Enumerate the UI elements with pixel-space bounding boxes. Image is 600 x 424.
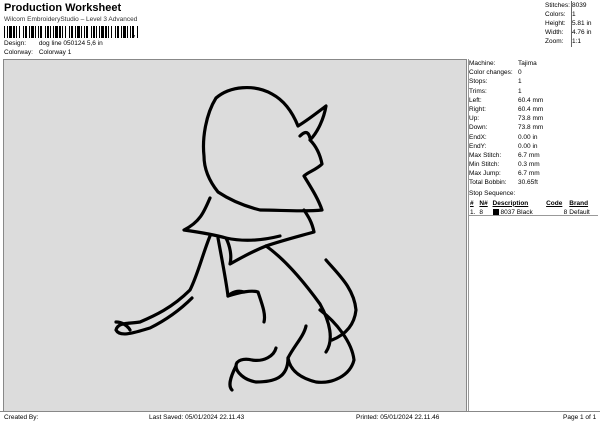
stat-row: Width: 4.76 in [545, 28, 597, 37]
col-header: Brand [569, 199, 589, 207]
col-header: N# [479, 199, 488, 207]
info-row: Max Jump: 6.7 mm [469, 169, 597, 178]
info-row: EndY: 0.00 in [469, 142, 597, 151]
info-label: Left: [469, 96, 482, 104]
design-value: dog line 050124 5,6 in [38, 40, 103, 47]
stat-value: 1 [572, 11, 576, 18]
design-label: Design: [4, 40, 27, 47]
table-header-row: # N# Description Code Brand [469, 199, 597, 208]
design-preview-canvas [3, 59, 467, 412]
col-header: Code [546, 199, 563, 207]
info-label: Max Stitch: [469, 151, 502, 159]
col-header: # [470, 199, 474, 207]
stat-row: Stitches: 8039 [545, 1, 597, 10]
barcode [4, 26, 138, 38]
info-row: EndX: 0.00 in [469, 133, 597, 142]
info-label: Total Bobbin: [469, 179, 507, 187]
info-label: EndX: [469, 133, 487, 141]
info-label: Up: [469, 115, 480, 123]
info-value: 0 [518, 69, 522, 77]
stat-label: Zoom: [545, 38, 564, 45]
stat-value: 4.76 in [572, 29, 592, 36]
info-row: Trims: 1 [469, 87, 597, 96]
machine-info-panel: Machine: Tajima Color changes: 0 Stops: 1 T… [469, 59, 597, 217]
stat-row: Height: 5.81 in [545, 19, 597, 28]
design-stats: Stitches: 8039 Colors: 1 Height: 5.81 in Wi… [545, 1, 597, 46]
col-header: Description [492, 199, 529, 207]
info-row: Right: 60.4 mm [469, 105, 597, 114]
software-subtitle: Wilcom EmbroideryStudio – Level 3 Advanc… [4, 16, 138, 23]
info-value: 60.4 mm [518, 96, 544, 104]
dog-line-art [114, 86, 358, 392]
info-value: Tajima [518, 60, 537, 67]
info-row: Up: 73.8 mm [469, 114, 597, 123]
info-value: 0.00 in [518, 133, 538, 141]
colorway-label: Colorway: [4, 49, 33, 56]
stat-value: 8039 [572, 2, 587, 9]
info-value: 73.8 mm [518, 115, 544, 123]
info-label: EndY: [469, 142, 487, 150]
info-label: Max Jump: [469, 170, 501, 178]
info-row: Color changes: 0 [469, 68, 597, 77]
info-label: Stops: [469, 78, 488, 86]
info-row: Min Stitch: 0.3 mm [469, 160, 597, 169]
info-row: Left: 60.4 mm [469, 96, 597, 105]
info-value: 0.3 mm [518, 161, 540, 169]
stop-sequence-label: Stop Sequence: [469, 189, 516, 197]
info-row: Stops: 1 [469, 77, 597, 86]
stat-label: Width: [545, 29, 564, 36]
info-value: 6.7 mm [518, 151, 540, 159]
stat-row: Zoom: 1:1 [545, 37, 597, 46]
stat-value: 5.81 in [572, 20, 592, 27]
info-label: Down: [469, 124, 488, 132]
info-label: Trims: [469, 87, 487, 95]
barcode-suffix: , [133, 28, 136, 38]
info-value: 1 [518, 87, 522, 95]
last-saved: Last Saved: 05/01/2024 22.11.43 [149, 414, 245, 421]
info-value: 1 [518, 78, 522, 86]
info-row: Max Stitch: 6.7 mm [469, 151, 597, 160]
info-value: 0.00 in [518, 142, 538, 150]
colorway-row: Colorway: Colorway 1 [4, 49, 71, 56]
stat-label: Stitches: [545, 2, 570, 9]
info-row: Total Bobbin: 30.65ft [469, 178, 597, 187]
page-number: Page 1 of 1 [563, 414, 597, 421]
stat-value: 1:1 [572, 38, 582, 45]
info-row: Down: 73.8 mm [469, 123, 597, 132]
design-row: Design: dog line 050124 5,6 in [4, 40, 103, 47]
info-label: Right: [469, 105, 486, 113]
worksheet-title: Production Worksheet [4, 2, 122, 14]
info-value: 30.65ft [518, 179, 538, 187]
info-value: 73.8 mm [518, 124, 544, 132]
info-label: Min Stitch: [469, 161, 500, 169]
info-label: Color changes: [469, 69, 513, 77]
info-value: 60.4 mm [518, 105, 544, 113]
table-divider [469, 215, 598, 216]
info-row: Machine: Tajima [469, 59, 597, 68]
stat-row: Colors: 1 [545, 10, 597, 19]
colorway-value: Colorway 1 [38, 49, 72, 56]
footer-bar: Created By: Last Saved: 05/01/2024 22.11… [0, 411, 600, 424]
created-by: Created By: [4, 414, 39, 421]
printed-date: Printed: 05/01/2024 22.11.46 [356, 414, 440, 421]
stat-label: Colors: [545, 11, 566, 18]
info-label: Machine: [469, 60, 496, 67]
info-value: 6.7 mm [518, 170, 540, 178]
stat-label: Height: [545, 20, 566, 27]
